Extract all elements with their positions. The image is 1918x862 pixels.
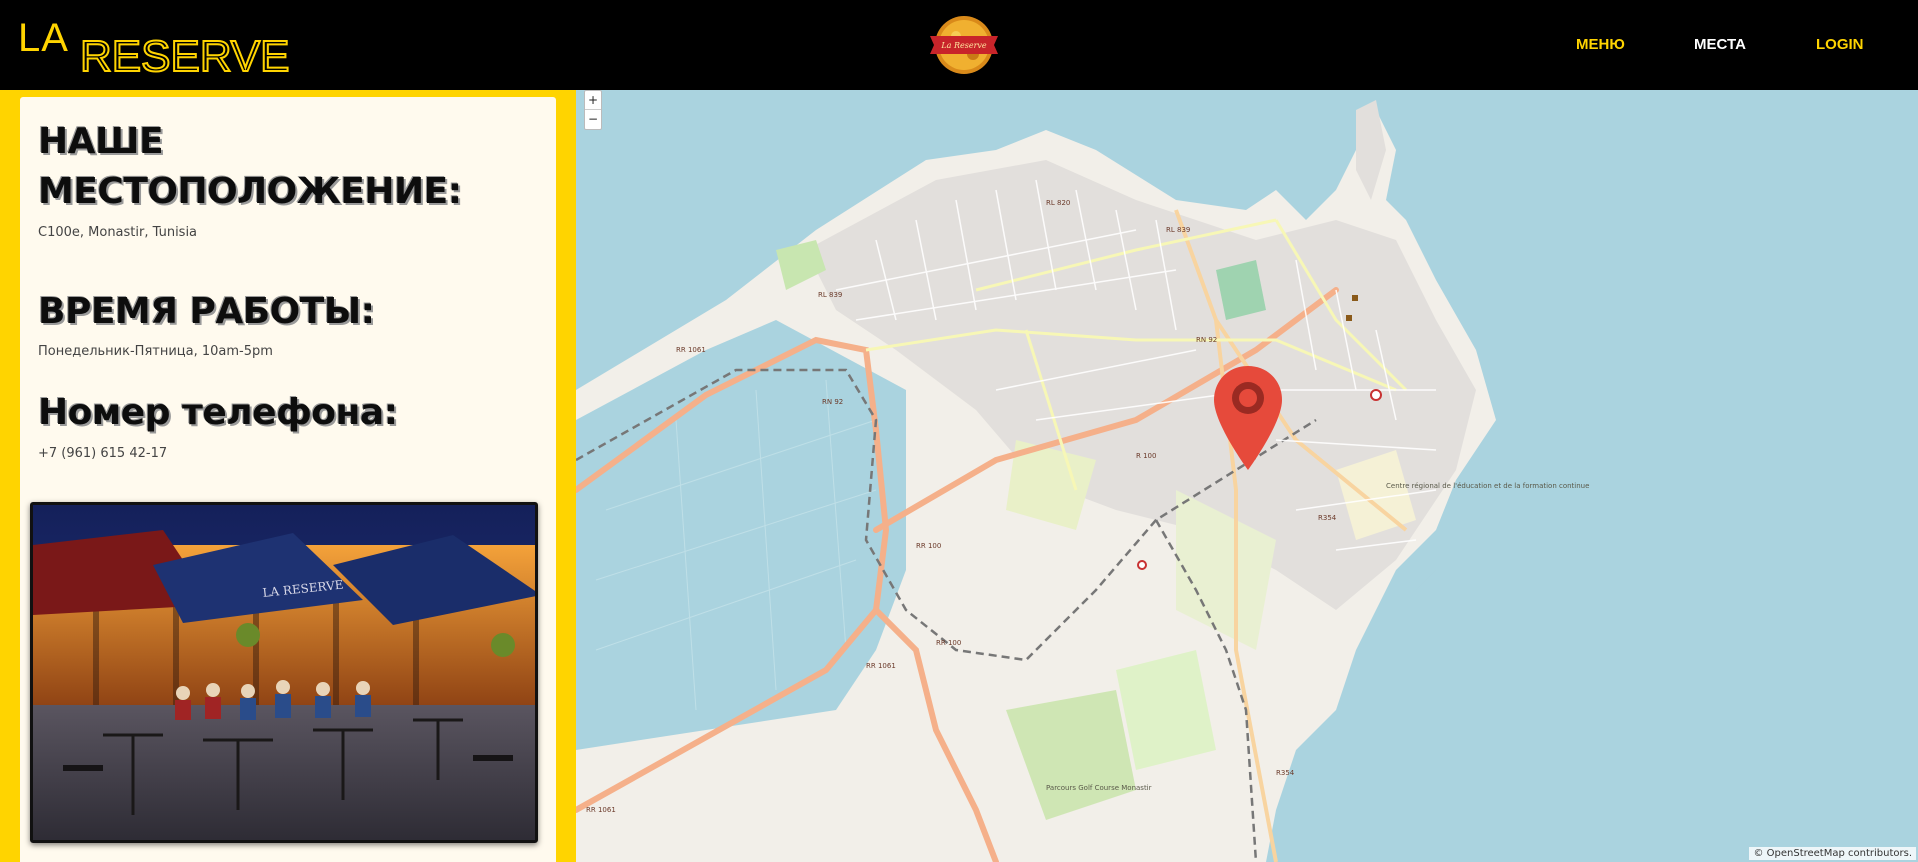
map-road-label: R 100 — [1136, 452, 1156, 460]
phone-heading: Номер телефона: — [38, 392, 398, 433]
map-pin-icon[interactable] — [1212, 364, 1284, 472]
map-road-label: RL 839 — [1166, 226, 1190, 234]
zoom-in-button[interactable]: + — [585, 91, 601, 110]
restaurant-terrace-photo: LA RESERVE — [30, 502, 538, 843]
nav-login-link[interactable]: LOGIN — [1816, 36, 1864, 53]
map-road-label: RL 839 — [818, 291, 842, 299]
location-map[interactable]: RL 839 RN 92 RR 100 RR 1061 R 100 RN 92 … — [576, 90, 1918, 862]
location-heading: НАШЕ МЕСТОПОЛОЖЕНИЕ: — [38, 121, 462, 212]
nav-places-link[interactable]: МЕСТА — [1694, 36, 1746, 53]
map-road-label: RR 100 — [936, 639, 961, 647]
map-road-label: RL 820 — [1046, 199, 1070, 207]
map-road-label: RR 100 — [916, 542, 941, 550]
map-road-label: RR 1061 — [586, 806, 616, 814]
map-place-label: Centre régional de l'éducation et de la … — [1386, 482, 1589, 490]
map-road-label: RN 92 — [1196, 336, 1217, 344]
map-zoom-control: + − — [584, 90, 602, 130]
brand-reserve: RESERVE — [79, 31, 290, 82]
hours-text: Понедельник-Пятница, 10am-5pm — [38, 344, 273, 359]
map-road-label: RN 92 — [822, 398, 843, 406]
brand-la: LA — [18, 16, 69, 60]
map-place-label: Parcours Golf Course Monastir — [1046, 784, 1152, 792]
map-road-label: R354 — [1318, 514, 1337, 522]
map-road-label: RR 1061 — [676, 346, 706, 354]
nav-menu-link[interactable]: МЕНЮ — [1576, 36, 1625, 53]
logo-text: La Reserve — [940, 41, 987, 50]
hours-heading: ВРЕМЯ РАБОТЫ: — [38, 291, 375, 332]
map-attribution[interactable]: © OpenStreetMap contributors. — [1749, 847, 1916, 860]
map-road-label: R354 — [1276, 769, 1295, 777]
zoom-out-button[interactable]: − — [585, 110, 601, 129]
site-header: LA RESERVE La Reserve МЕНЮ МЕСТА LOGIN — [0, 0, 1918, 90]
map-road-label: RR 1061 — [866, 662, 896, 670]
phone-text[interactable]: +7 (961) 615 42-17 — [38, 446, 167, 461]
restaurant-logo-emblem[interactable]: La Reserve — [926, 14, 1002, 76]
address-text: C100e, Monastir, Tunisia — [38, 225, 198, 240]
